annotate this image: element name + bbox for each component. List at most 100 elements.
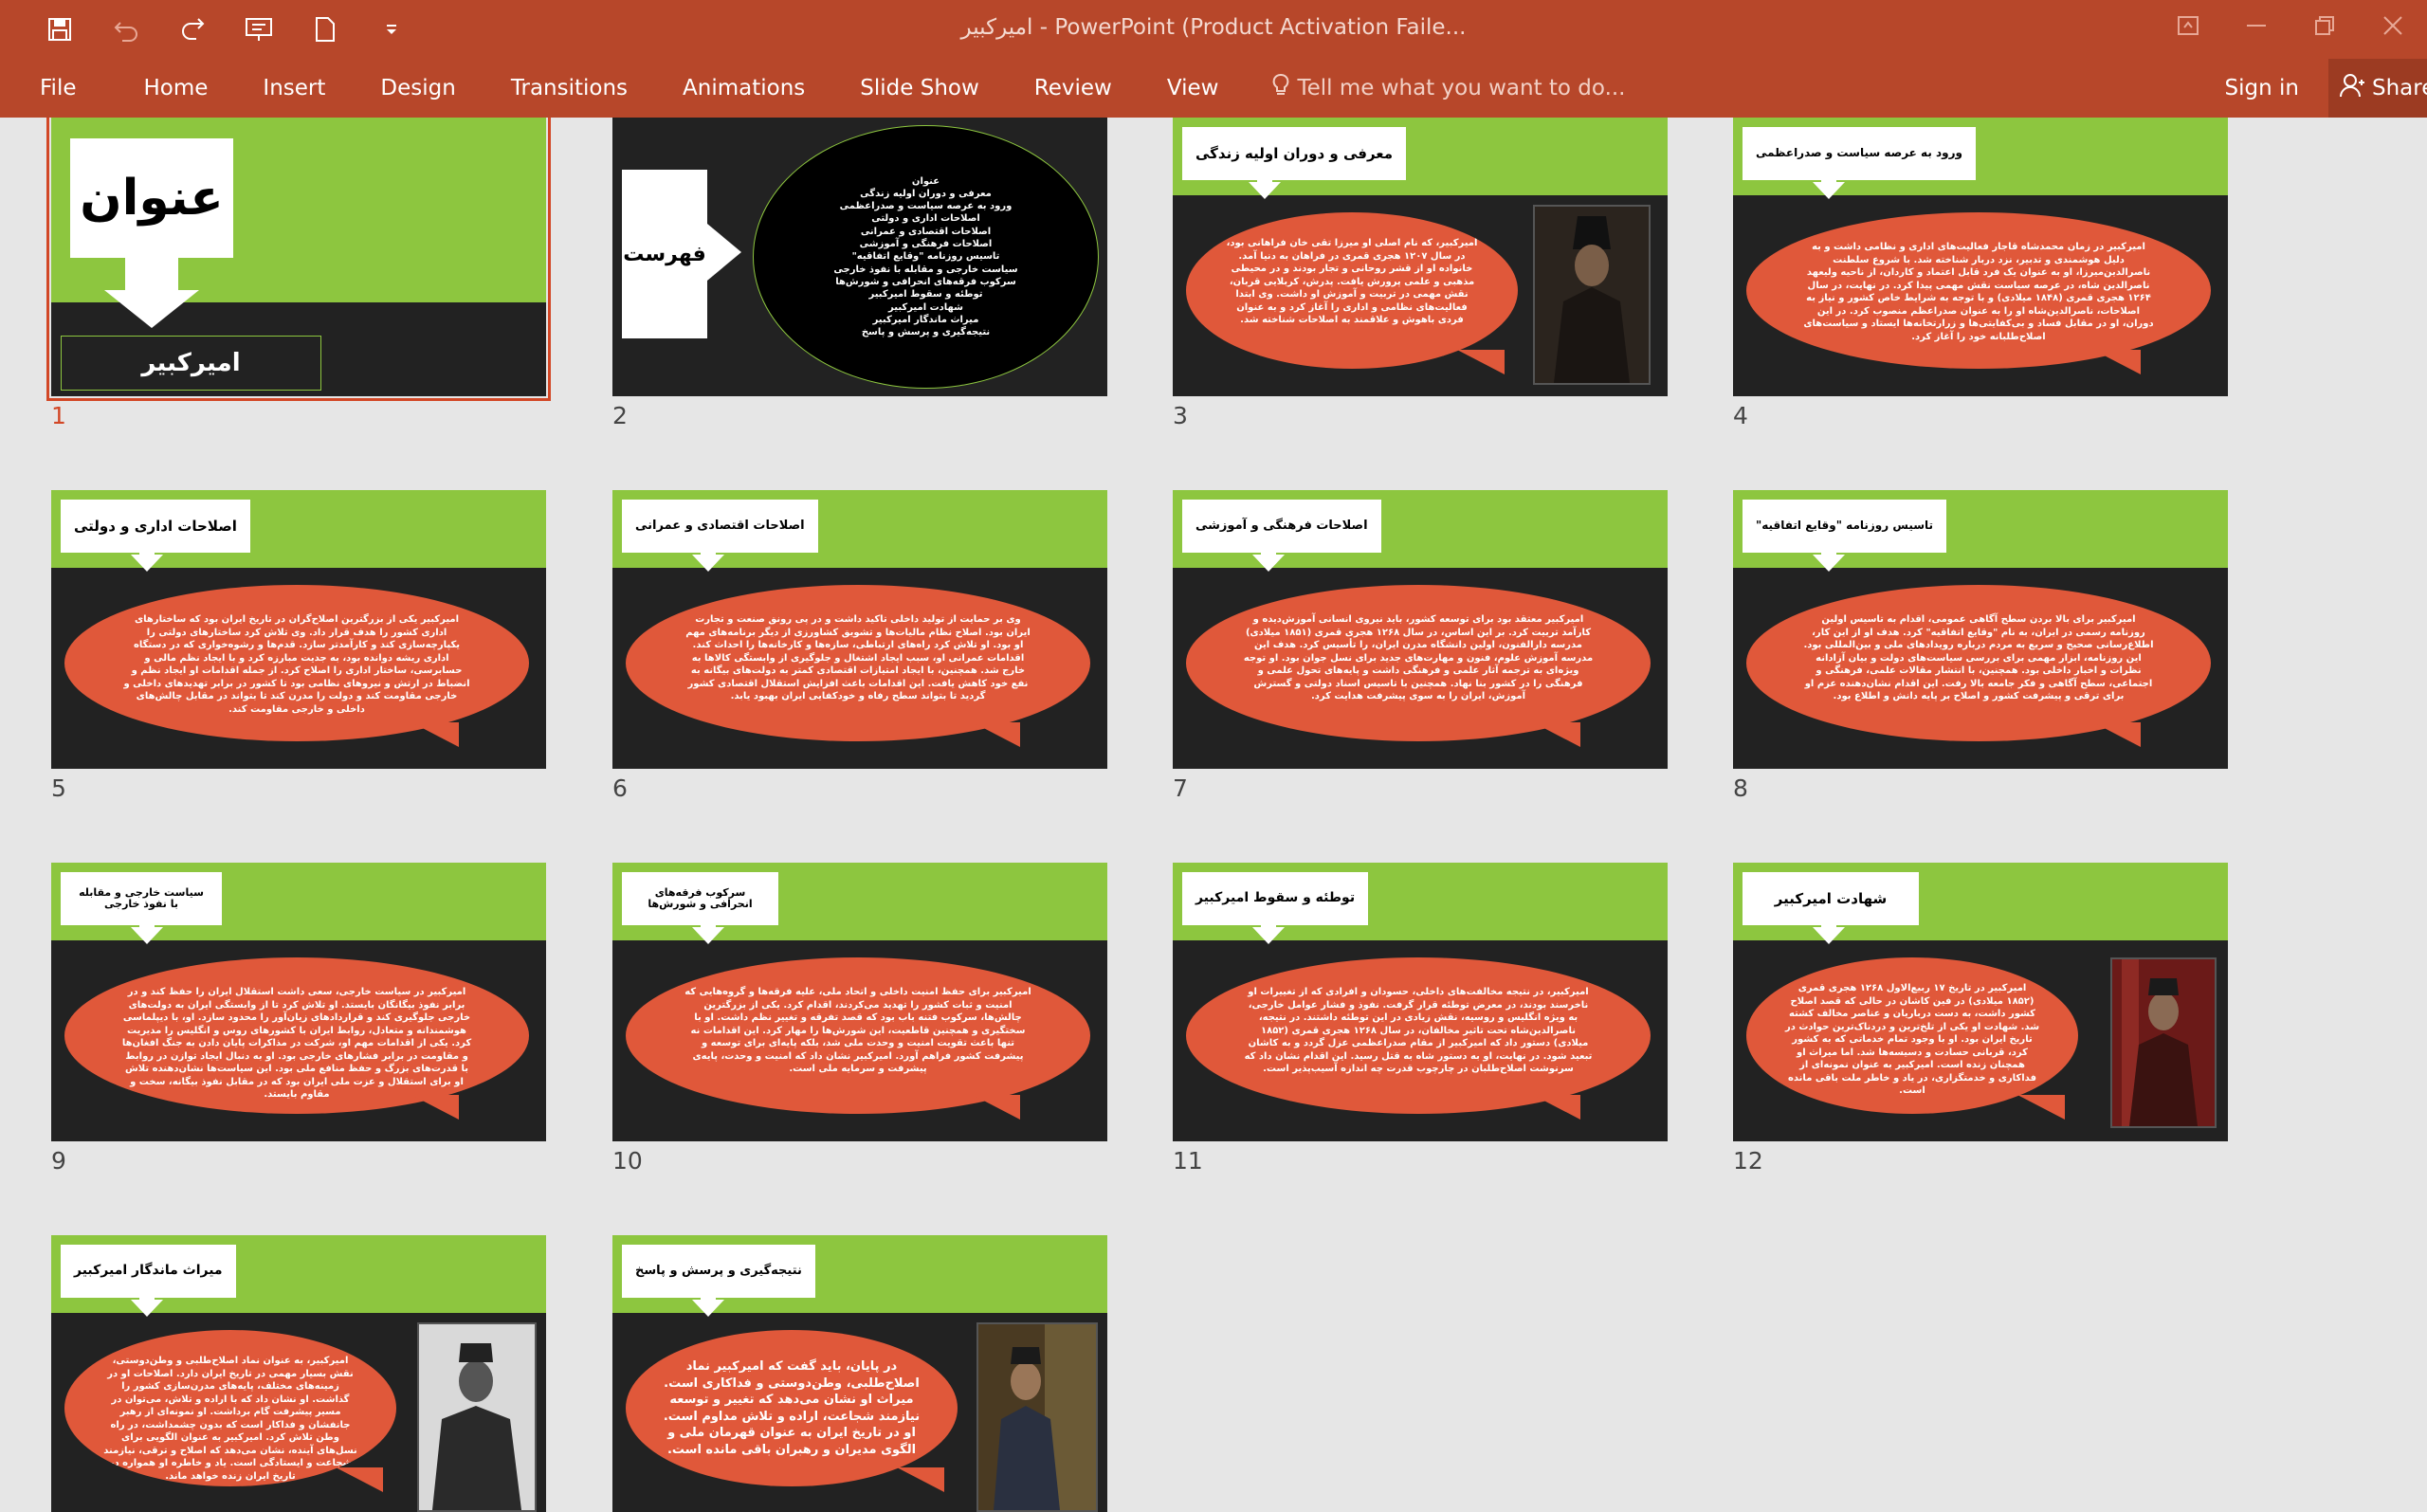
slide-thumbnail-2[interactable]: فهرست عنوان معرفی و دوران اولیه زندگی ور… [612, 118, 1107, 396]
slide-thumbnail-8[interactable]: تاسیس روزنامه "وقایع اتفاقیه" امیرکبیر ب… [1733, 490, 2228, 769]
ribbon-display-icon[interactable] [2154, 6, 2222, 46]
restore-icon[interactable] [2290, 6, 2359, 46]
tell-me-text: Tell me what you want to do... [1297, 76, 1626, 100]
bubble-tail [336, 1467, 383, 1492]
slide-thumbnail-6[interactable]: اصلاحات اقتصادی و عمرانی وی بر حمایت از … [612, 490, 1107, 769]
down-arrow-shape [692, 543, 724, 572]
down-arrow-shape [692, 916, 724, 944]
tab-review[interactable]: Review [1007, 59, 1140, 118]
slide-body: وی بر حمایت از تولید داخلی تاکید داشت و … [626, 585, 1090, 741]
slide-body: امیرکبیر، در نتیجه مخالفت‌های داخلی، حسو… [1186, 957, 1651, 1114]
bubble-tail [2093, 350, 2141, 374]
slide-thumbnail-11[interactable]: توطئه و سقوط امیرکبیر امیرکبیر، در نتیجه… [1173, 863, 1668, 1141]
slide-thumbnail-5[interactable]: اصلاحات اداری و دولتی امیرکبیر یکی از بز… [51, 490, 546, 769]
slide-number: 3 [1173, 402, 1188, 429]
tell-me-box[interactable]: Tell me what you want to do... [1246, 73, 1626, 103]
down-arrow-head [104, 290, 199, 328]
slide-number: 2 [612, 402, 628, 429]
right-arrow-shape [707, 224, 741, 281]
slide-thumbnail-1[interactable]: عنوان امیرکبیر [46, 118, 551, 401]
slide-thumbnail-14[interactable]: نتیجه‌گیری و پرسش و پاسخ در پایان، باید … [612, 1235, 1107, 1512]
slide-body: امیرکبیر، به عنوان نماد اصلاح‌طلبی و وطن… [64, 1330, 396, 1486]
slide-10[interactable]: سرکوب فرقه‌های انحرافی و شورش‌ها امیرکبی… [612, 863, 1107, 1141]
toc-item: عنوان [911, 175, 940, 187]
slide-subtitle: امیرکبیر [61, 336, 321, 391]
slide-number: 11 [1173, 1147, 1203, 1175]
down-arrow-shape [131, 916, 163, 944]
tab-home[interactable]: Home [117, 59, 236, 118]
slide-5[interactable]: اصلاحات اداری و دولتی امیرکبیر یکی از بز… [51, 490, 546, 769]
bubble-tail [1457, 350, 1505, 374]
title-bar: امیرکبیر - PowerPoint (Product Activatio… [0, 0, 2427, 59]
tab-file[interactable]: File [19, 59, 117, 118]
toc-item: نتیجه‌گیری و پرسش و پاسخ [861, 327, 991, 338]
slide-13[interactable]: میراث ماندگار امیرکبیر امیرکبیر، به عنوا… [51, 1235, 546, 1512]
slide-title: عنوان [70, 138, 233, 258]
slide-number: 7 [1173, 774, 1188, 802]
slide-thumbnail-12[interactable]: شهادت امیرکبیر امیرکبیر در تاریخ ۱۷ ربیع… [1733, 863, 2228, 1141]
slide-title: فهرست [622, 170, 707, 338]
portrait-image [1533, 205, 1651, 385]
toc-item: شهادت امیرکبیر [888, 301, 963, 313]
toc-item: اصلاحات اداری و دولتی [871, 213, 980, 225]
slide-3[interactable]: معرفی و دوران اولیه زندگی امیرکبیر، که ن… [1173, 118, 1668, 396]
lightbulb-icon [1272, 73, 1289, 103]
slide-body: امیرکبیر در سیاست خارجی، سعی داشت استقلا… [64, 957, 529, 1114]
tab-transitions[interactable]: Transitions [484, 59, 655, 118]
ribbon-tabs: File Home Insert Design Transitions Anim… [0, 59, 2427, 118]
slide-body: امیرکبیر برای حفظ امنیت داخلی و اتحاد مل… [626, 957, 1090, 1114]
toc-item: اصلاحات اقتصادی و عمرانی [860, 226, 992, 237]
slide-8[interactable]: تاسیس روزنامه "وقایع اتفاقیه" امیرکبیر ب… [1733, 490, 2228, 769]
down-arrow-shape [131, 543, 163, 572]
down-arrow-shape [1252, 916, 1285, 944]
down-arrow-shape [1249, 171, 1281, 199]
slide-body: امیرکبیر یکی از بزرگترین اصلاح‌گران در ت… [64, 585, 529, 741]
tab-slide-show[interactable]: Slide Show [832, 59, 1007, 118]
slide-12[interactable]: شهادت امیرکبیر امیرکبیر در تاریخ ۱۷ ربیع… [1733, 863, 2228, 1141]
slide-thumbnail-10[interactable]: سرکوب فرقه‌های انحرافی و شورش‌ها امیرکبی… [612, 863, 1107, 1141]
minimize-icon[interactable] [2222, 6, 2290, 46]
tab-design[interactable]: Design [353, 59, 483, 118]
slide-2[interactable]: فهرست عنوان معرفی و دوران اولیه زندگی ور… [612, 118, 1107, 396]
slide-11[interactable]: توطئه و سقوط امیرکبیر امیرکبیر، در نتیجه… [1173, 863, 1668, 1141]
slide-4[interactable]: ورود به عرصه سیاست و صدراعظمی امیرکبیر د… [1733, 118, 2228, 396]
person-icon [2340, 73, 2364, 103]
slide-thumbnail-13[interactable]: میراث ماندگار امیرکبیر امیرکبیر، به عنوا… [51, 1235, 546, 1512]
slide-1[interactable]: عنوان امیرکبیر [46, 118, 551, 401]
down-arrow-shape [131, 1288, 163, 1317]
slide-7[interactable]: اصلاحات فرهنگی و آموزشی امیرکبیر معتقد ب… [1173, 490, 1668, 769]
slide-body: امیرکبیر در زمان محمدشاه قاجار فعالیت‌ها… [1746, 212, 2211, 369]
toc-item: میراث ماندگار امیرکبیر [872, 314, 979, 325]
slide-14[interactable]: نتیجه‌گیری و پرسش و پاسخ در پایان، باید … [612, 1235, 1107, 1512]
down-arrow-shape [1813, 543, 1845, 572]
slide-thumbnail-7[interactable]: اصلاحات فرهنگی و آموزشی امیرکبیر معتقد ب… [1173, 490, 1668, 769]
bubble-tail [2017, 1095, 2065, 1120]
slide-6[interactable]: اصلاحات اقتصادی و عمرانی وی بر حمایت از … [612, 490, 1107, 769]
toc-item: اصلاحات فرهنگی و آموزشی [859, 239, 993, 250]
slide-thumbnail-9[interactable]: سیاست خارجی و مقابله با نفوذ خارجی امیرک… [51, 863, 546, 1141]
close-icon[interactable] [2359, 6, 2427, 46]
down-arrow-shape [1813, 171, 1845, 199]
toc-item: تاسیس روزنامه "وقایع اتفاقیه" [851, 251, 1000, 263]
tab-insert[interactable]: Insert [235, 59, 353, 118]
portrait-image [417, 1322, 537, 1512]
tab-view[interactable]: View [1140, 59, 1247, 118]
portrait-image [2110, 957, 2217, 1128]
window-title: امیرکبیر - PowerPoint (Product Activatio… [960, 15, 1467, 40]
share-button[interactable]: Share [2328, 59, 2427, 118]
slide-number: 6 [612, 774, 628, 802]
slide-9[interactable]: سیاست خارجی و مقابله با نفوذ خارجی امیرک… [51, 863, 546, 1141]
slide-thumbnail-3[interactable]: معرفی و دوران اولیه زندگی امیرکبیر، که ن… [1173, 118, 1668, 396]
sign-in-link[interactable]: Sign in [2225, 59, 2299, 118]
slide-number: 9 [51, 1147, 66, 1175]
slide-number: 12 [1733, 1147, 1763, 1175]
share-label: Share [2372, 76, 2427, 100]
bubble-tail [897, 1467, 944, 1492]
slide-number: 10 [612, 1147, 643, 1175]
painting-image [976, 1322, 1098, 1512]
slide-body: امیرکبیر برای بالا بردن سطح آگاهی عمومی،… [1746, 585, 2211, 741]
slide-thumbnail-4[interactable]: ورود به عرصه سیاست و صدراعظمی امیرکبیر د… [1733, 118, 2228, 396]
toc-item: معرفی و دوران اولیه زندگی [860, 188, 992, 199]
tab-animations[interactable]: Animations [655, 59, 832, 118]
slide-body: امیرکبیر، که نام اصلی او میرزا تقی خان ف… [1186, 212, 1518, 369]
